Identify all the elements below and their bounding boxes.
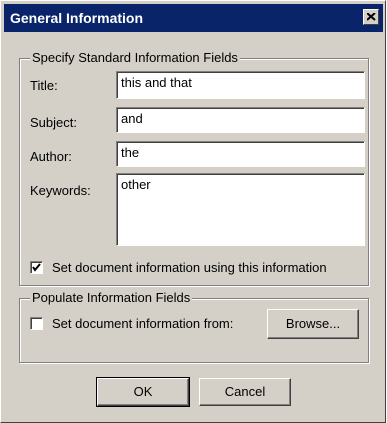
author-field[interactable]: the — [116, 141, 365, 167]
subject-field[interactable]: and — [116, 107, 365, 133]
general-information-dialog: General Information Specify Standard Inf… — [0, 0, 386, 423]
from-label: Set document information from: — [52, 316, 234, 331]
close-icon — [367, 13, 376, 21]
subject-label: Subject: — [30, 115, 77, 130]
from-checkbox[interactable] — [30, 317, 43, 330]
standard-info-legend: Specify Standard Information Fields — [30, 50, 240, 65]
window-title: General Information — [10, 10, 144, 26]
keywords-field[interactable]: other — [116, 173, 365, 246]
close-button[interactable] — [363, 9, 379, 25]
browse-button[interactable]: Browse... — [267, 309, 359, 339]
title-field[interactable]: this and that — [116, 71, 365, 99]
author-label: Author: — [30, 149, 72, 164]
ok-button[interactable]: OK — [96, 377, 190, 407]
title-label: Title: — [30, 78, 58, 93]
title-bar[interactable]: General Information — [4, 4, 383, 32]
checkmark-icon — [32, 263, 41, 272]
cancel-button[interactable]: Cancel — [199, 378, 291, 406]
use-info-checkbox[interactable] — [30, 261, 43, 274]
keywords-label: Keywords: — [30, 183, 91, 198]
populate-info-legend: Populate Information Fields — [30, 290, 193, 305]
use-info-label: Set document information using this info… — [52, 260, 327, 275]
